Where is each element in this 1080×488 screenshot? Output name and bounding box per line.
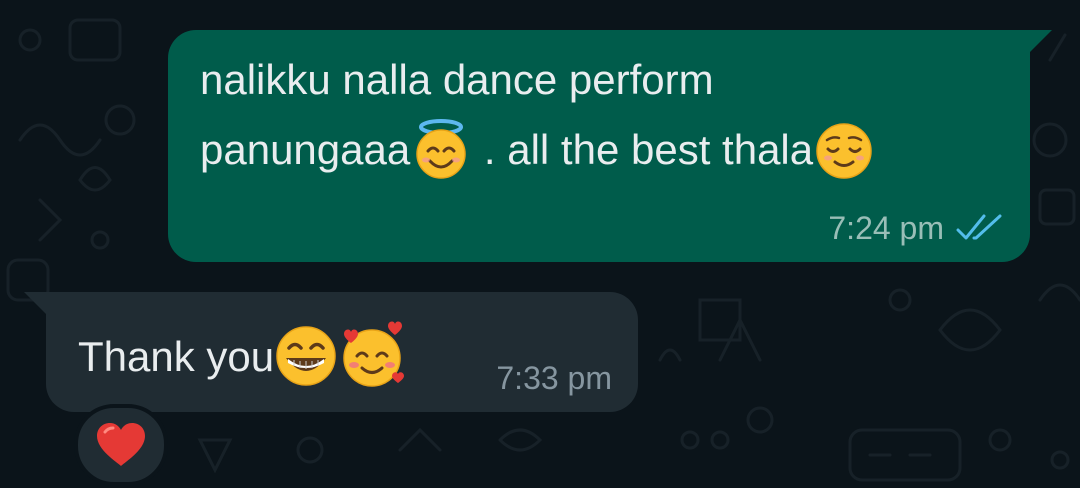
double-check-read-icon [956,214,1004,242]
bubble-tail [24,292,46,314]
message-meta: 7:24 pm [828,208,1004,248]
red-heart-icon [97,423,145,466]
incoming-message-line: Thank you [78,321,410,396]
message-timestamp: 7:24 pm [828,210,944,246]
incoming-message-text: Thank you [78,333,275,381]
bubble-tail [1030,30,1052,52]
relieved-face-icon [816,123,872,179]
beaming-face-icon [276,326,336,386]
message-line-1: nalikku nalla dance perform [200,54,714,106]
message-text-line-2b: . all the best thala [472,126,814,174]
message-timestamp: 7:33 pm [496,360,612,396]
outgoing-message-bubble[interactable]: nalikku nalla dance perform panungaaa . … [168,30,1052,262]
message-line-2: panungaaa . all the best thala [200,119,875,184]
smiling-face-with-halo-icon [416,119,466,179]
message-text-line-1: nalikku nalla dance perform [200,56,714,103]
smiling-face-with-hearts-icon [343,321,405,387]
incoming-message-bubble[interactable]: Thank you 7:33 pm [24,292,638,412]
message-reaction[interactable] [74,404,168,486]
message-text-line-2a: panungaaa [200,126,411,174]
